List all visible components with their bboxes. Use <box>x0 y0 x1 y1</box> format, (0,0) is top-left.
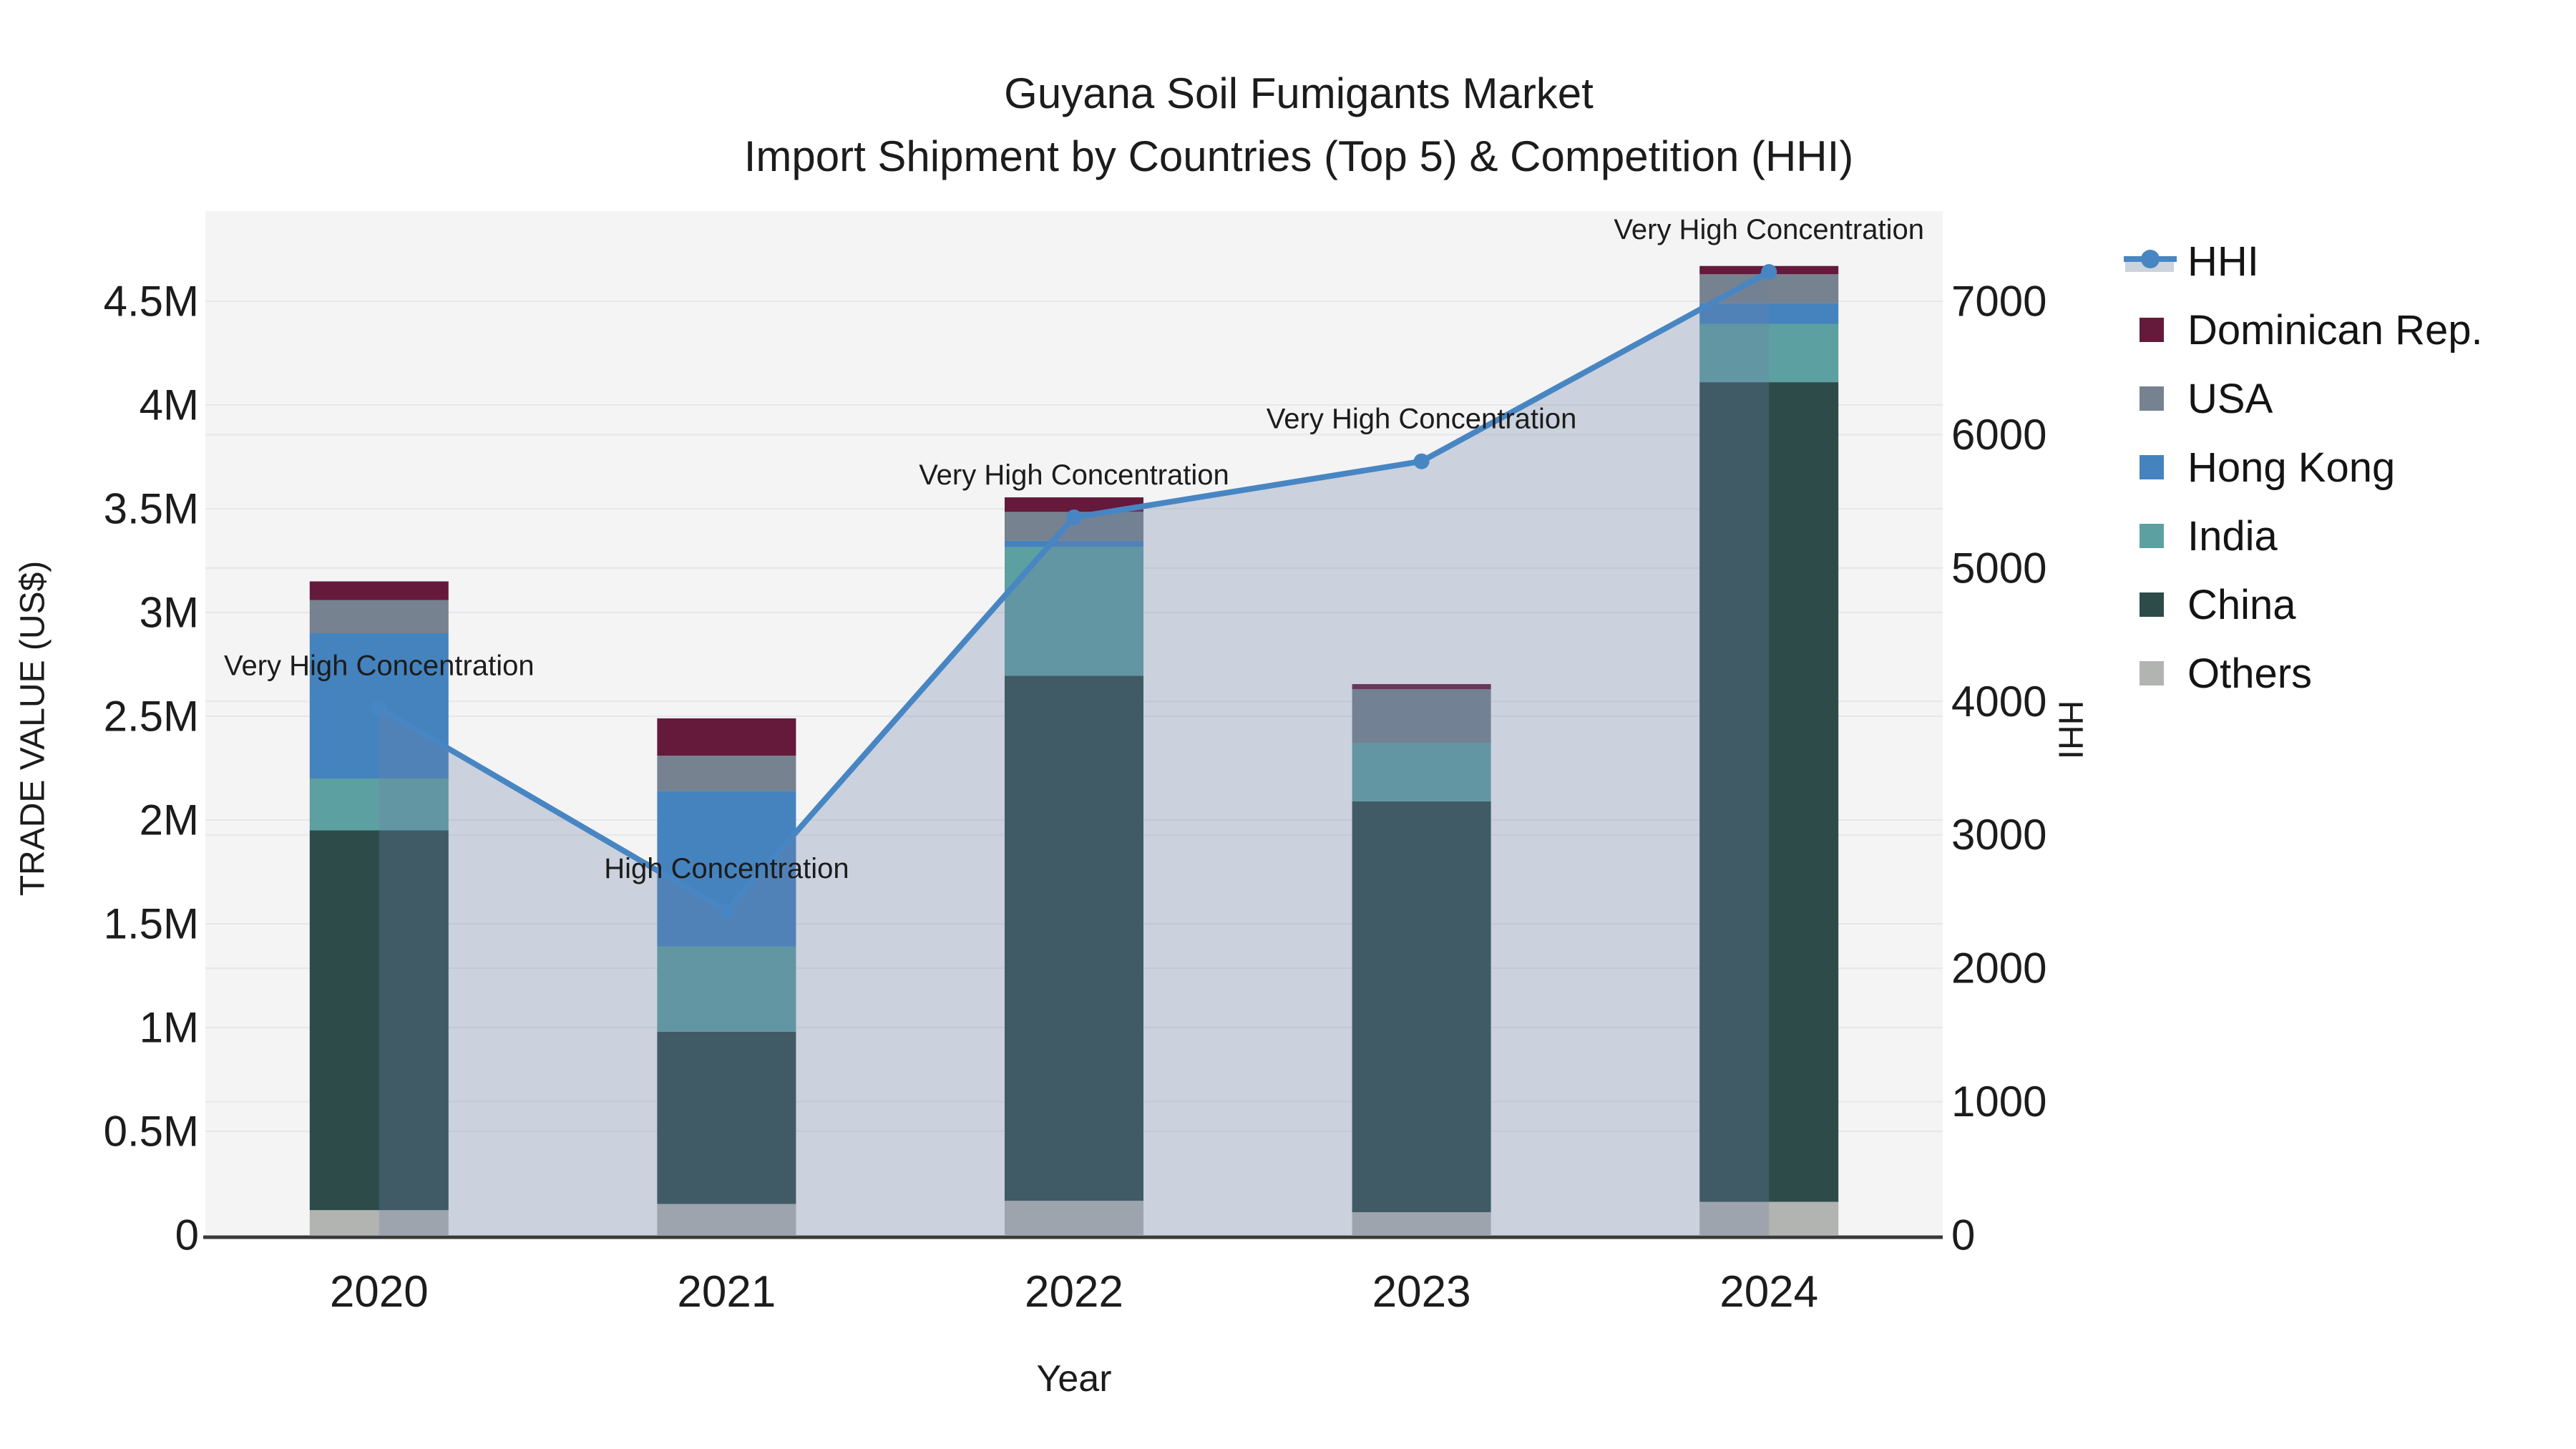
y-right-tick-0: 0 <box>1951 1211 1975 1259</box>
y-left-tick-3M: 3M <box>140 589 199 637</box>
bar-segment-dominican-rep--2020 <box>310 582 449 600</box>
y-right-tick-3000: 3000 <box>1951 811 2046 859</box>
legend-item-others[interactable]: Others <box>2124 639 2483 708</box>
bar-segment-usa-2020 <box>310 600 449 633</box>
usa-swatch-icon <box>2140 386 2164 411</box>
y-axis-title-trade-value: TRADE VALUE (US$) <box>14 561 53 897</box>
y-right-tick-7000: 7000 <box>1951 278 2046 326</box>
y-left-tick-0.5M: 0.5M <box>104 1108 199 1156</box>
legend-item-usa[interactable]: USA <box>2124 364 2483 433</box>
x-tick-2022: 2022 <box>1025 1267 1123 1317</box>
y-left-tick-2.5M: 2.5M <box>104 693 199 741</box>
chart-title-line2: Import Shipment by Countries (Top 5) & C… <box>21 132 2576 181</box>
bar-segment-usa-2021 <box>657 756 796 791</box>
legend-label-dominican-rep: Dominican Rep. <box>2187 306 2483 354</box>
y-left-tick-1.5M: 1.5M <box>104 900 199 948</box>
y-right-tick-6000: 6000 <box>1951 411 2046 459</box>
hhi-line-swatch-icon <box>2124 227 2187 296</box>
x-tick-2021: 2021 <box>677 1267 776 1317</box>
annotation-2020: Very High Concentration <box>224 650 535 682</box>
y-left-tick-1M: 1M <box>140 1004 199 1052</box>
legend-item-hhi[interactable]: HHI <box>2124 227 2483 296</box>
x-tick-2024: 2024 <box>1719 1267 1818 1317</box>
y-left-tick-3.5M: 3.5M <box>104 485 199 533</box>
y-left-tick-4M: 4M <box>140 381 199 429</box>
y-left-tick-0: 0 <box>175 1211 199 1259</box>
hhi-marker-2021 <box>718 903 734 919</box>
hhi-marker-2023 <box>1414 454 1430 469</box>
legend-item-china[interactable]: China <box>2124 570 2483 639</box>
legend-label-india: India <box>2187 512 2278 560</box>
legend-label-china: China <box>2187 581 2296 629</box>
legend-label-hhi: HHI <box>2187 238 2259 286</box>
legend-item-hong-kong[interactable]: Hong Kong <box>2124 433 2483 502</box>
chart-canvas: Very High Concentration High Concentratio… <box>0 0 2576 1449</box>
y-left-tick-4.5M: 4.5M <box>104 278 199 326</box>
annotation-2022: Very High Concentration <box>919 459 1229 491</box>
y-right-tick-2000: 2000 <box>1951 945 2046 992</box>
annotation-2023: Very High Concentration <box>1267 404 1577 435</box>
legend: HHI Dominican Rep. USA Hong Kong India C… <box>2124 227 2483 708</box>
china-swatch-icon <box>2140 592 2164 617</box>
y-right-tick-1000: 1000 <box>1951 1078 2046 1126</box>
others-swatch-icon <box>2140 661 2164 686</box>
legend-item-dominican-rep[interactable]: Dominican Rep. <box>2124 296 2483 364</box>
legend-item-india[interactable]: India <box>2124 502 2483 570</box>
x-tick-2020: 2020 <box>330 1267 429 1317</box>
hong-kong-swatch-icon <box>2140 455 2164 479</box>
annotation-2021: High Concentration <box>604 853 849 884</box>
y-left-tick-2M: 2M <box>140 796 199 844</box>
annotation-2024: Very High Concentration <box>1614 214 1924 245</box>
x-tick-2023: 2023 <box>1372 1267 1471 1317</box>
legend-label-others: Others <box>2187 650 2312 698</box>
hhi-marker-2022 <box>1066 509 1082 525</box>
legend-label-usa: USA <box>2187 375 2273 423</box>
y-right-tick-5000: 5000 <box>1951 544 2046 592</box>
dominican-rep-swatch-icon <box>2140 318 2164 342</box>
hhi-marker-2024 <box>1761 264 1777 280</box>
legend-label-hong-kong: Hong Kong <box>2187 444 2395 492</box>
bar-segment-dominican-rep--2021 <box>657 718 796 756</box>
y-right-tick-4000: 4000 <box>1951 678 2046 726</box>
chart-title-line1: Guyana Soil Fumigants Market <box>21 69 2576 118</box>
india-swatch-icon <box>2140 524 2164 548</box>
y-axis-title-hhi: HHI <box>2051 701 2090 760</box>
hhi-marker-2020 <box>371 701 387 716</box>
hhi-marker-dot <box>2141 250 2160 268</box>
x-axis-title-year: Year <box>1036 1357 1111 1400</box>
